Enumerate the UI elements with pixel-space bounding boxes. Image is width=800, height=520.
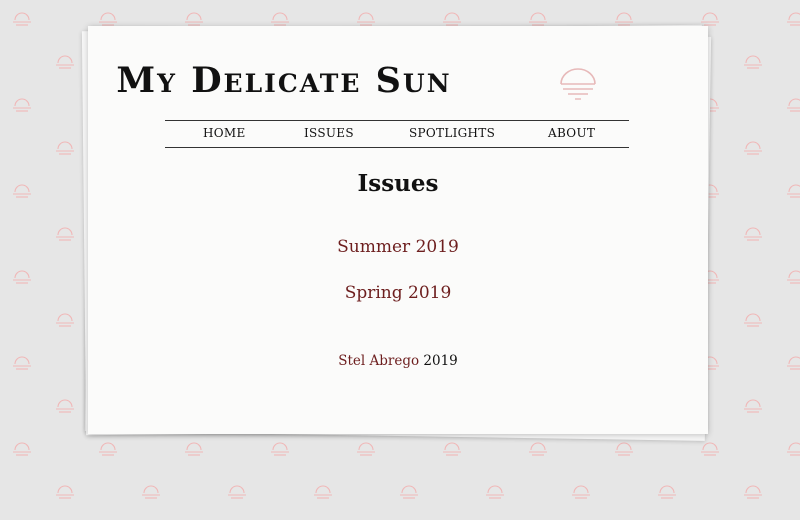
pattern-sunset-icon xyxy=(786,442,800,456)
pattern-sunset-icon xyxy=(743,485,763,499)
nav-item-spotlights[interactable]: SPOTLIGHTS xyxy=(409,126,495,140)
pattern-sunset-icon xyxy=(528,12,548,26)
issue-link-spring-2019[interactable]: Spring 2019 xyxy=(88,283,708,303)
pattern-sunset-icon xyxy=(12,12,32,26)
pattern-sunset-icon xyxy=(55,141,75,155)
pattern-sunset-icon xyxy=(743,313,763,327)
pattern-sunset-icon xyxy=(141,485,161,499)
footer-year: 2019 xyxy=(423,353,458,369)
pattern-sunset-icon xyxy=(657,485,677,499)
pattern-sunset-icon xyxy=(12,442,32,456)
pattern-sunset-icon xyxy=(786,12,800,26)
pattern-sunset-icon xyxy=(786,184,800,198)
pattern-sunset-icon xyxy=(485,485,505,499)
pattern-sunset-icon xyxy=(12,356,32,370)
footer-author-link[interactable]: Stel Abrego xyxy=(338,353,419,369)
pattern-sunset-icon xyxy=(313,485,333,499)
pattern-sunset-icon xyxy=(12,184,32,198)
pattern-sunset-icon xyxy=(786,356,800,370)
pattern-sunset-icon xyxy=(55,485,75,499)
pattern-sunset-icon xyxy=(700,442,720,456)
pattern-sunset-icon xyxy=(184,12,204,26)
footer: Stel Abrego 2019 xyxy=(88,353,708,369)
pattern-sunset-icon xyxy=(356,12,376,26)
page-title: Issues xyxy=(357,170,439,197)
pattern-sunset-icon xyxy=(356,442,376,456)
pattern-sunset-icon xyxy=(55,55,75,69)
site-title[interactable]: My Delicate Sun xyxy=(104,60,464,101)
pattern-sunset-icon xyxy=(184,442,204,456)
main-nav: HOME ISSUES SPOTLIGHTS ABOUT xyxy=(165,120,629,148)
pattern-sunset-icon xyxy=(743,55,763,69)
pattern-sunset-icon xyxy=(55,227,75,241)
pattern-sunset-icon xyxy=(442,442,462,456)
nav-item-home[interactable]: HOME xyxy=(203,126,246,140)
pattern-sunset-icon xyxy=(571,485,591,499)
pattern-sunset-icon xyxy=(227,485,247,499)
pattern-sunset-icon xyxy=(442,12,462,26)
nav-item-issues[interactable]: ISSUES xyxy=(304,126,354,140)
pattern-sunset-icon xyxy=(786,98,800,112)
pattern-sunset-icon xyxy=(743,227,763,241)
pattern-sunset-icon xyxy=(528,442,548,456)
pattern-sunset-icon xyxy=(700,12,720,26)
pattern-sunset-icon xyxy=(12,270,32,284)
pattern-sunset-icon xyxy=(399,485,419,499)
pattern-sunset-icon xyxy=(614,442,634,456)
pattern-sunset-icon xyxy=(743,399,763,413)
sunset-icon xyxy=(560,68,596,100)
issue-link-summer-2019[interactable]: Summer 2019 xyxy=(88,237,708,257)
pattern-sunset-icon xyxy=(98,442,118,456)
pattern-sunset-icon xyxy=(55,313,75,327)
pattern-sunset-icon xyxy=(270,12,290,26)
pattern-sunset-icon xyxy=(743,141,763,155)
pattern-sunset-icon xyxy=(270,442,290,456)
pattern-sunset-icon xyxy=(55,399,75,413)
nav-item-about[interactable]: ABOUT xyxy=(548,126,595,140)
pattern-sunset-icon xyxy=(98,12,118,26)
pattern-sunset-icon xyxy=(614,12,634,26)
pattern-sunset-icon xyxy=(12,98,32,112)
pattern-sunset-icon xyxy=(786,270,800,284)
